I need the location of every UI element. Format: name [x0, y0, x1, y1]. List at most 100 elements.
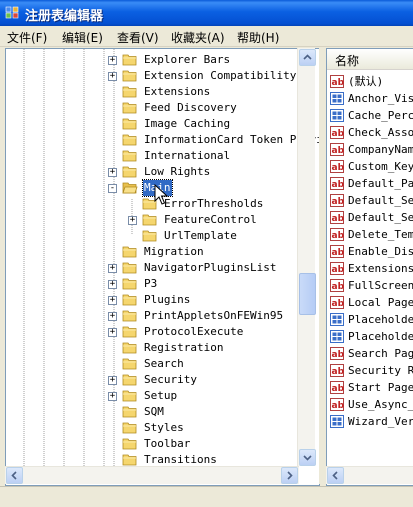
value-name: Delete_Temp	[348, 228, 413, 241]
scroll-down-button[interactable]	[299, 449, 316, 466]
value-name: Extensions	[348, 262, 413, 275]
menu-favorites[interactable]: 收藏夹(A)	[171, 29, 225, 46]
tree-item-label: Migration	[144, 245, 204, 258]
down-arrow-icon	[303, 455, 312, 461]
scroll-thumb[interactable]	[299, 273, 316, 315]
menu-help[interactable]: 帮助(H)	[237, 29, 279, 46]
menu-file[interactable]: 文件(F)	[7, 29, 47, 46]
expand-icon[interactable]: +	[108, 328, 117, 337]
value-name: Local Page	[348, 296, 413, 309]
binary-value-icon	[330, 92, 344, 105]
tree-item-label: PrintAppletsOnFEWin95	[144, 309, 284, 322]
registry-values-list[interactable]: 名称 ab(默认)Anchor_VisiCache_PerceabCheck_A…	[326, 48, 413, 486]
folder-icon	[122, 438, 137, 450]
svg-text:ab: ab	[332, 78, 345, 88]
tree-item-label: P3	[144, 277, 158, 290]
collapse-icon[interactable]: -	[108, 184, 117, 193]
value-name: Anchor_Visi	[348, 92, 413, 105]
value-name: Check_Assoc	[348, 126, 413, 139]
expand-icon[interactable]: +	[108, 296, 117, 305]
tree-item-label: Explorer Bars	[144, 53, 231, 66]
column-header-label: 名称	[335, 54, 360, 68]
string-value-icon: ab	[330, 160, 344, 173]
title-bar[interactable]: 注册表编辑器	[0, 0, 413, 26]
string-value-icon: ab	[330, 126, 344, 139]
left-arrow-icon	[11, 471, 17, 480]
string-value-icon: ab	[330, 211, 344, 224]
tree-item-label: Setup	[144, 389, 178, 402]
tree-item-label: Styles	[144, 421, 184, 434]
tree-item-label: Extensions	[144, 85, 211, 98]
registry-key-tree[interactable]: + Explorer Bars + Extension Compatibility Ex…	[5, 48, 320, 486]
folder-icon	[122, 118, 137, 130]
folder-icon	[122, 358, 137, 370]
tree-item-label: Search	[144, 357, 184, 370]
list-horizontal-scrollbar[interactable]	[326, 466, 413, 484]
string-value-icon: ab	[330, 262, 344, 275]
value-name: FullScreen	[348, 279, 413, 292]
column-header-name[interactable]: 名称	[327, 49, 413, 70]
svg-text:ab: ab	[332, 367, 345, 377]
expand-icon[interactable]: +	[108, 376, 117, 385]
svg-text:ab: ab	[332, 401, 345, 411]
tree-item-label: Plugins	[144, 293, 191, 306]
tree-item-label: Extension Compatibility	[144, 69, 297, 82]
scroll-up-button[interactable]	[299, 49, 316, 66]
folder-icon	[122, 326, 137, 338]
value-name: Default_Pag	[348, 177, 413, 190]
folder-icon	[122, 374, 137, 386]
folder-icon	[122, 422, 137, 434]
menu-edit[interactable]: 编辑(E)	[62, 29, 103, 46]
tree-item-label: Security	[144, 373, 197, 386]
string-value-icon: ab	[330, 296, 344, 309]
expand-icon[interactable]: +	[128, 216, 137, 225]
folder-icon	[122, 70, 137, 82]
tree-item-label: Registration	[144, 341, 224, 354]
tree-horizontal-scrollbar[interactable]	[5, 466, 299, 484]
pane-splitter[interactable]	[319, 48, 325, 484]
up-arrow-icon	[303, 54, 312, 60]
menu-view[interactable]: 查看(V)	[117, 29, 159, 46]
scroll-right-button[interactable]	[281, 467, 298, 484]
tree-item-label: Feed Discovery	[144, 101, 237, 114]
folder-icon	[142, 214, 157, 226]
value-name: Search Page	[348, 347, 413, 360]
string-value-icon: ab	[330, 228, 344, 241]
expand-icon[interactable]: +	[108, 280, 117, 289]
expand-icon[interactable]: +	[108, 264, 117, 273]
value-name: Enable_Disk	[348, 245, 413, 258]
value-name: (默认)	[348, 75, 384, 88]
string-value-icon: ab	[330, 245, 344, 258]
expand-icon[interactable]: +	[108, 56, 117, 65]
string-value-icon: ab	[330, 194, 344, 207]
expand-icon[interactable]: +	[108, 72, 117, 81]
list-scroll-left-button[interactable]	[327, 467, 344, 484]
folder-icon	[122, 166, 137, 178]
expand-icon[interactable]: +	[108, 168, 117, 177]
string-value-icon: ab	[330, 279, 344, 292]
tree-item-label: ErrorThresholds	[164, 197, 264, 210]
folder-icon	[122, 294, 137, 306]
folder-icon	[122, 406, 137, 418]
string-value-icon: ab	[330, 364, 344, 377]
string-value-icon: ab	[330, 398, 344, 411]
string-value-icon: ab	[330, 143, 344, 156]
left-arrow-icon	[332, 471, 338, 480]
tree-item-label: FeatureControl	[164, 213, 257, 226]
registry-editor-icon	[5, 6, 19, 19]
tree-item-label: Image Caching	[144, 117, 231, 130]
svg-text:ab: ab	[332, 163, 345, 173]
right-arrow-icon	[287, 471, 293, 480]
expand-icon[interactable]: +	[108, 392, 117, 401]
expand-icon[interactable]: +	[108, 312, 117, 321]
scroll-left-button[interactable]	[6, 467, 23, 484]
svg-text:ab: ab	[332, 299, 345, 309]
folder-icon	[122, 150, 137, 162]
folder-icon	[122, 134, 137, 146]
menu-bar: 文件(F) 编辑(E) 查看(V) 收藏夹(A) 帮助(H)	[0, 26, 413, 47]
status-bar	[0, 486, 413, 507]
svg-text:ab: ab	[332, 231, 345, 241]
string-value-icon: ab	[330, 177, 344, 190]
tree-vertical-scrollbar[interactable]	[297, 48, 316, 466]
folder-icon	[122, 262, 137, 274]
